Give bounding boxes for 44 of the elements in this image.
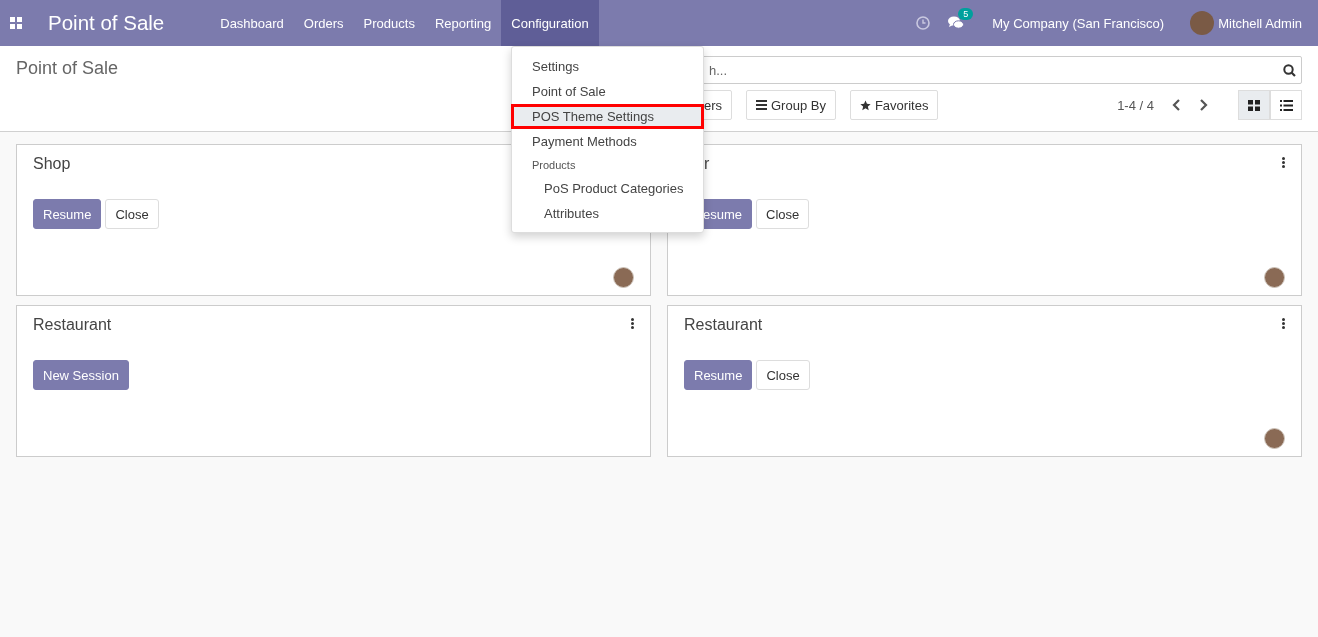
list-view-button[interactable] xyxy=(1270,90,1302,120)
nav-menu-item[interactable]: Orders xyxy=(293,0,354,46)
dropdown-item[interactable]: Payment Methods xyxy=(512,129,703,154)
primary-button[interactable]: Resume xyxy=(684,360,753,390)
favorites-button[interactable]: Favorites xyxy=(849,90,939,120)
card-title: r xyxy=(704,155,710,173)
card-title: Shop xyxy=(33,155,71,173)
kebab-menu-icon[interactable] xyxy=(1282,318,1285,329)
kebab-menu-icon[interactable] xyxy=(631,318,634,329)
close-button[interactable]: Close xyxy=(756,360,810,390)
user-avatar xyxy=(613,267,634,288)
previous-icon[interactable] xyxy=(1172,99,1181,111)
message-count-badge: 5 xyxy=(958,8,974,20)
user-avatar xyxy=(1264,428,1285,449)
user-name[interactable]: Mitchell Admin xyxy=(1218,15,1302,31)
company-switcher[interactable]: My Company (San Francisco) xyxy=(992,15,1165,31)
group-by-button[interactable]: Group By xyxy=(746,90,836,120)
primary-button[interactable]: New Session xyxy=(33,360,129,390)
list-icon xyxy=(1279,99,1293,111)
nav-menu-item[interactable]: Reporting xyxy=(424,0,502,46)
card-title: Restaurant xyxy=(33,316,112,334)
user-avatar xyxy=(1264,267,1285,288)
app-title: Point of Sale xyxy=(48,11,165,35)
apps-grid-icon[interactable] xyxy=(10,17,22,29)
nav-menu-item[interactable]: Products xyxy=(353,0,425,46)
close-button[interactable]: Close xyxy=(105,199,159,229)
kebab-menu-icon[interactable] xyxy=(1282,157,1285,168)
menu-section-header: Products xyxy=(531,158,577,173)
close-button[interactable]: Close xyxy=(756,199,810,229)
breadcrumb-title: Point of Sale xyxy=(16,58,119,78)
chat-icon[interactable] xyxy=(948,16,965,30)
card-title: Restaurant xyxy=(684,316,763,334)
grid-icon xyxy=(1248,99,1260,111)
pager-counter: 1-4 / 4 xyxy=(1117,97,1154,113)
next-icon[interactable] xyxy=(1199,99,1208,111)
search-icon[interactable] xyxy=(1283,64,1296,77)
dropdown-item[interactable]: PoS Product Categories xyxy=(512,176,703,201)
star-icon xyxy=(859,99,871,111)
nav-menu-item[interactable]: Dashboard xyxy=(210,0,294,46)
bars-icon xyxy=(756,100,767,110)
nav-menu-item[interactable]: Configuration xyxy=(501,0,599,46)
kanban-view-button[interactable] xyxy=(1238,90,1270,120)
dropdown-item[interactable]: POS Theme Settings xyxy=(511,104,704,129)
primary-button[interactable]: Resume xyxy=(33,199,102,229)
